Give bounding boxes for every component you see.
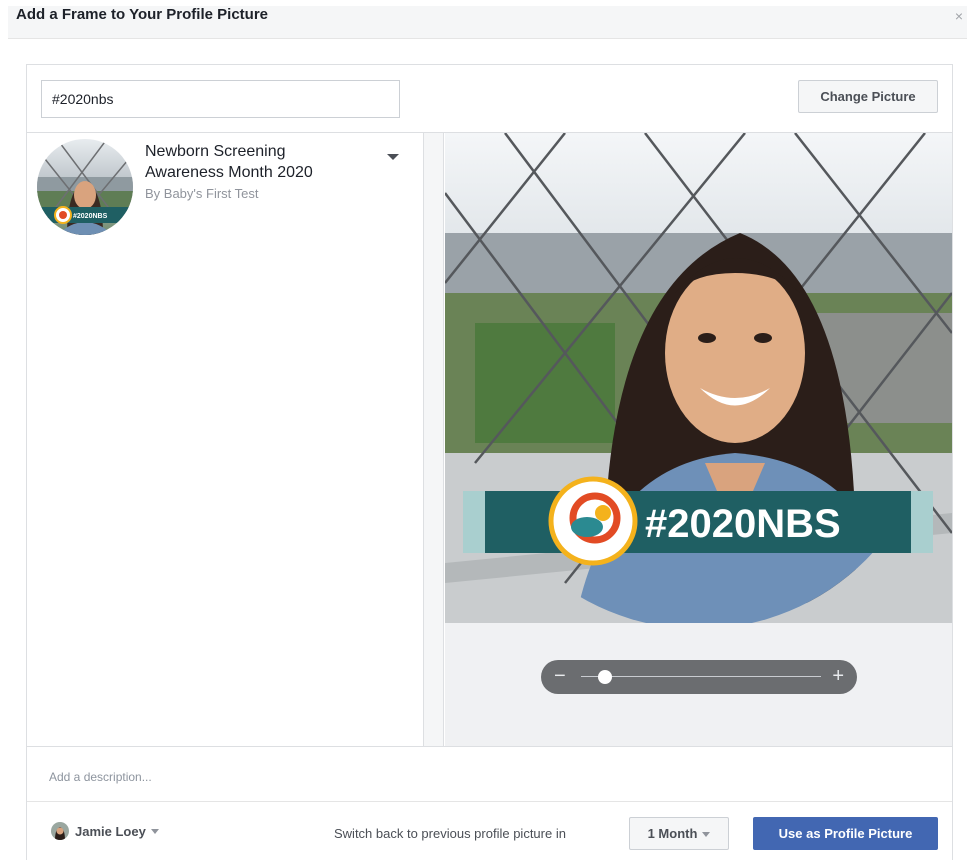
frame-thumbnail: #2020NBS: [37, 139, 133, 235]
frame-results-list: #2020NBS Newborn Screening Awareness Mon…: [27, 133, 424, 746]
profile-preview: #2020NBS − +: [445, 133, 952, 746]
dialog-header: Add a Frame to Your Profile Picture ×: [8, 6, 967, 39]
frame-result-item[interactable]: #2020NBS Newborn Screening Awareness Mon…: [37, 139, 407, 239]
use-as-profile-picture-button[interactable]: Use as Profile Picture: [753, 817, 938, 850]
frame-name: Newborn Screening Awareness Month 2020: [145, 143, 313, 181]
frame-dialog-panel: Change Picture: [26, 64, 953, 860]
zoom-slider[interactable]: − +: [541, 660, 857, 694]
duration-dropdown[interactable]: 1 Month: [629, 817, 729, 850]
divider: [27, 746, 952, 747]
zoom-handle[interactable]: [598, 670, 613, 684]
frame-author: By Baby's First Test: [145, 186, 259, 201]
divider: [27, 801, 952, 802]
frame-banner-text: #2020NBS: [645, 502, 841, 546]
zoom-in-icon[interactable]: +: [832, 664, 844, 688]
zoom-out-icon[interactable]: −: [554, 664, 566, 688]
dialog-title: Add a Frame to Your Profile Picture: [16, 6, 268, 23]
zoom-track[interactable]: [581, 676, 821, 677]
description-input[interactable]: [41, 760, 937, 794]
preview-image: #2020NBS: [445, 133, 952, 623]
caret-down-icon[interactable]: [387, 154, 399, 160]
audience-selector[interactable]: Jamie Loey: [51, 821, 159, 841]
audience-name: Jamie Loey: [75, 823, 146, 839]
avatar: [51, 822, 69, 840]
duration-value: 1 Month: [647, 826, 698, 841]
caret-down-icon: [150, 829, 159, 834]
change-picture-button[interactable]: Change Picture: [798, 80, 938, 113]
caret-down-icon: [702, 831, 711, 837]
switch-back-label: Switch back to previous profile picture …: [334, 826, 566, 841]
scroll-gutter[interactable]: [424, 133, 444, 746]
thumb-badge-text: #2020NBS: [73, 213, 108, 220]
close-icon[interactable]: ×: [955, 8, 963, 24]
frame-search-input[interactable]: [41, 80, 400, 118]
